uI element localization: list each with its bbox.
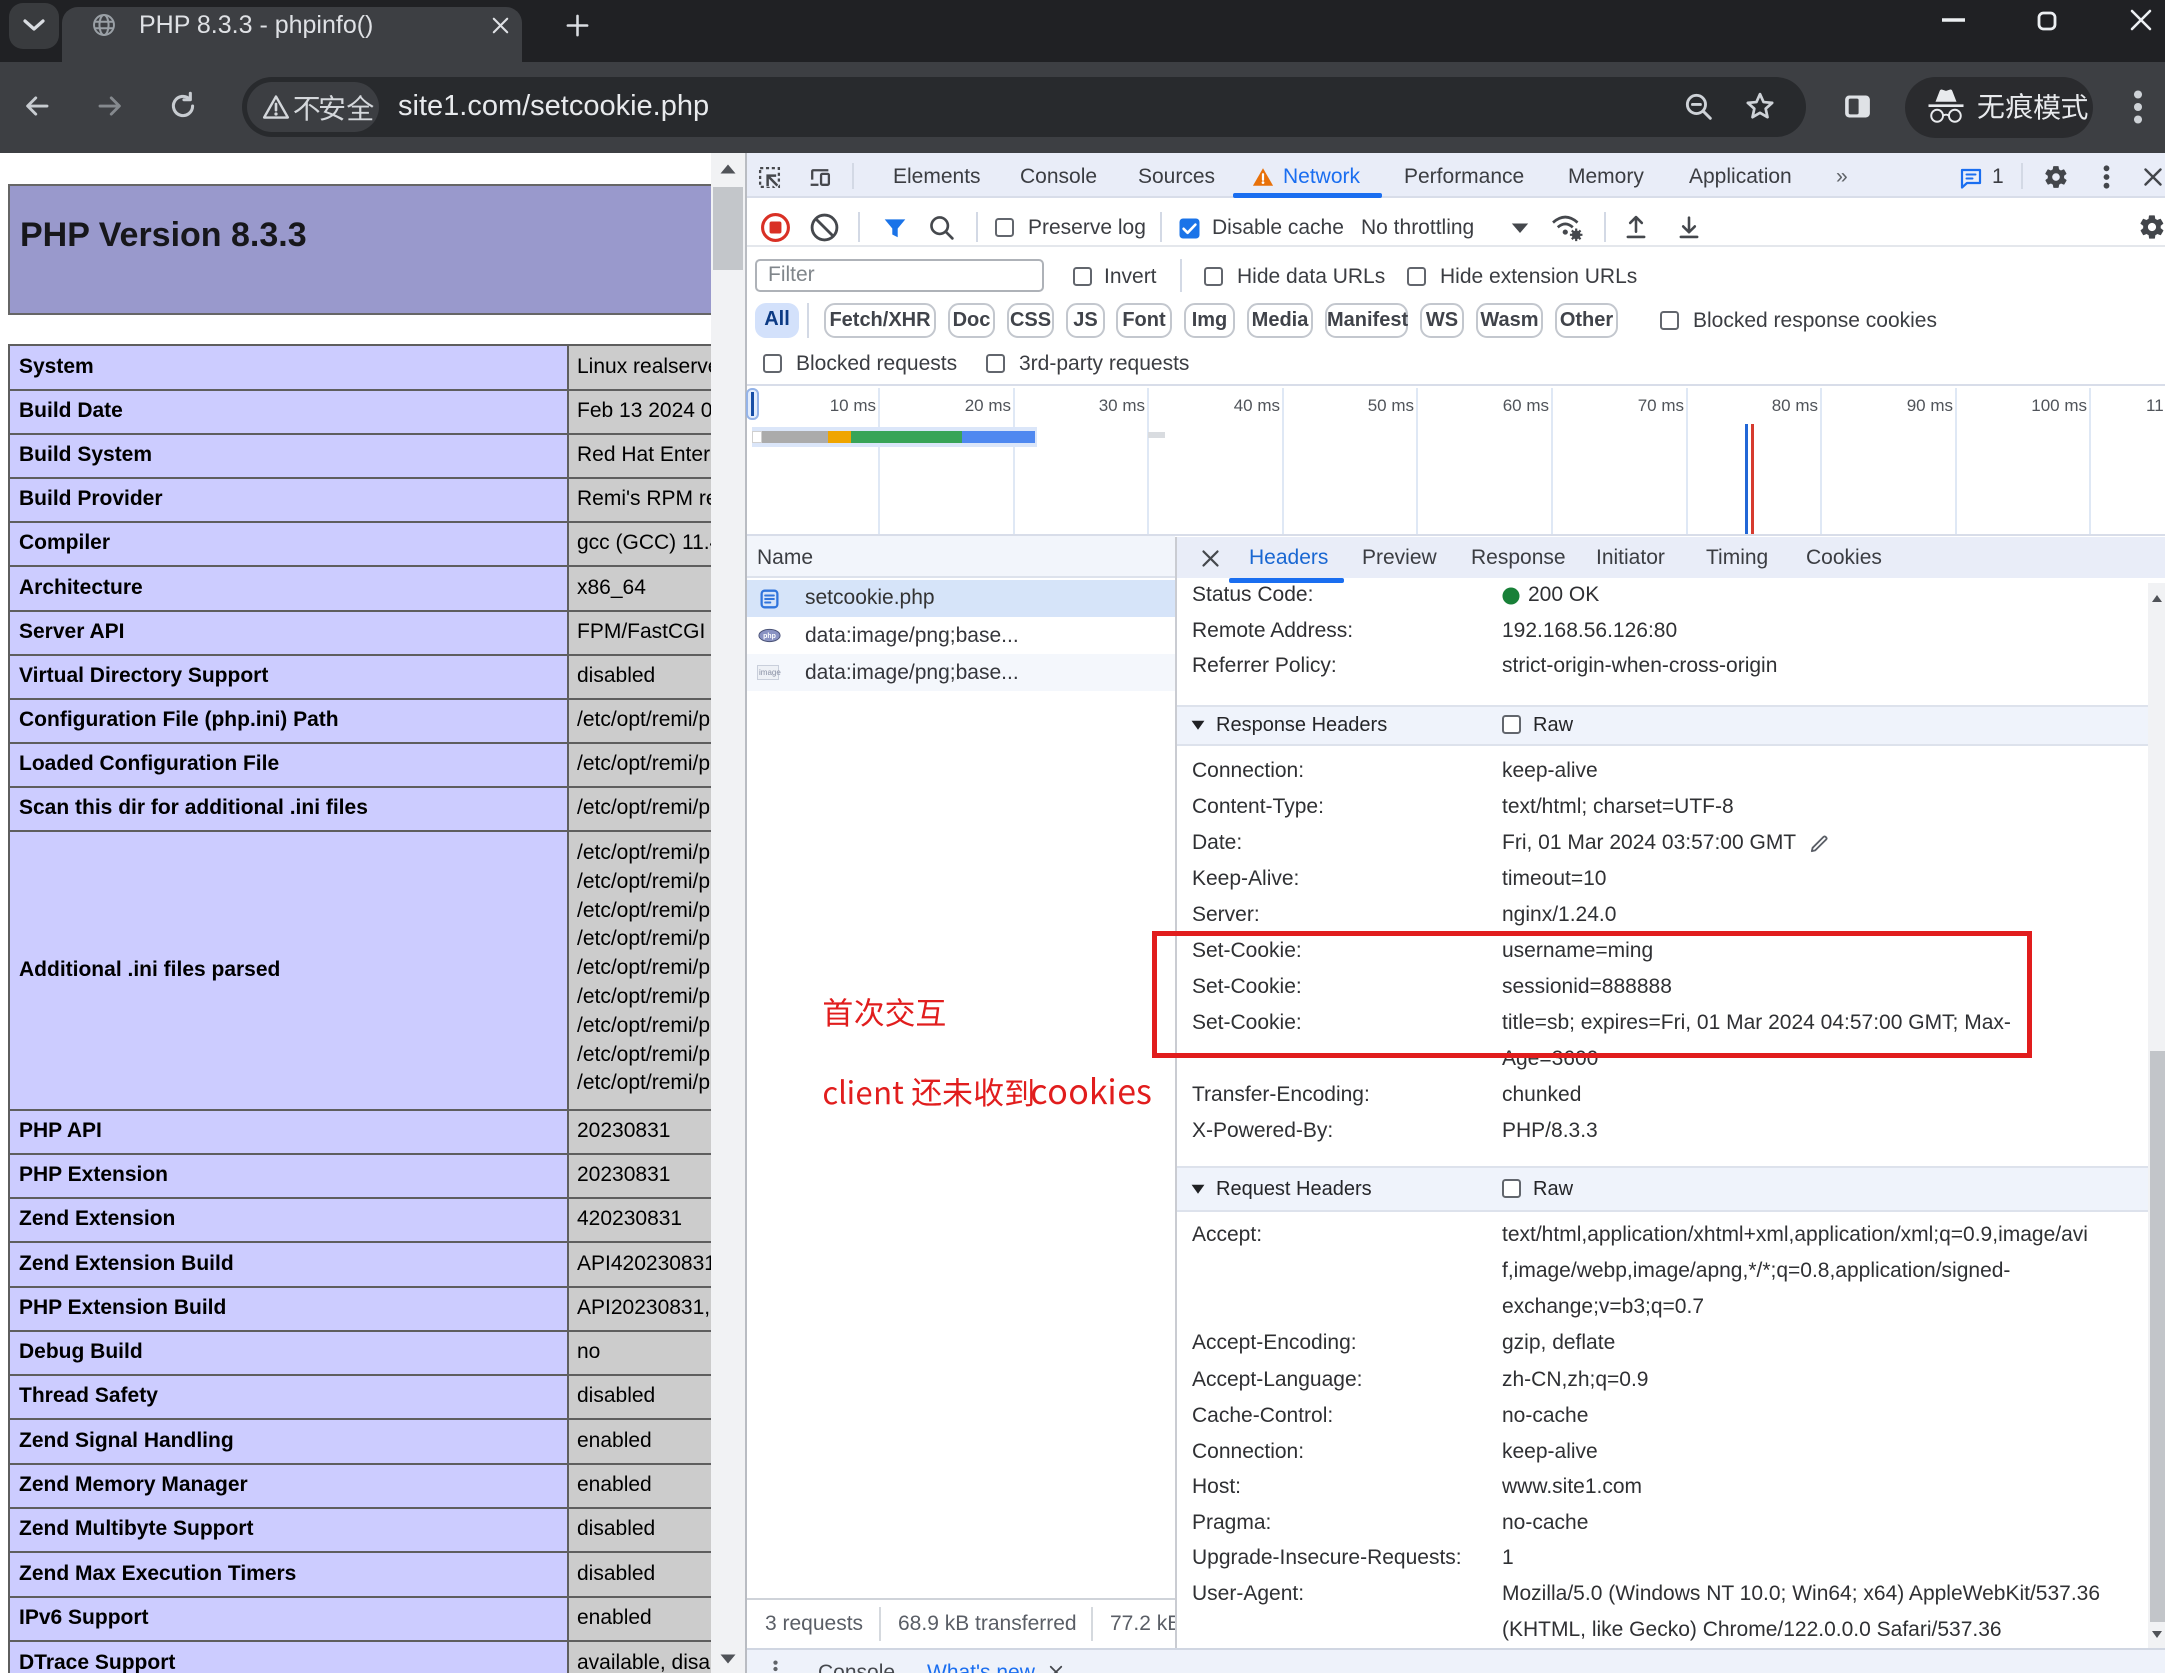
svg-text:php: php: [763, 633, 776, 640]
